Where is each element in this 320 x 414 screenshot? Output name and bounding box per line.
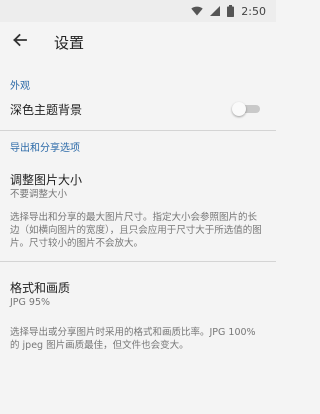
battery-icon (227, 5, 235, 17)
divider (0, 130, 276, 131)
arrow-left-icon (12, 32, 28, 52)
back-button[interactable] (0, 22, 40, 62)
divider (0, 261, 276, 262)
format-quality-preference[interactable]: 格式和画质 JPG 95% 选择导出或分享图片时采用的格式和画质比率。JPG 1… (0, 280, 276, 352)
format-quality-title: 格式和画质 (10, 281, 71, 295)
resize-image-preference[interactable]: 调整图片大小 不要调整大小 选择导出和分享的最大图片尺寸。指定大小会参照图片的长… (0, 172, 276, 250)
app-bar: 设置 (0, 22, 276, 62)
wifi-icon (191, 6, 203, 16)
resize-image-value: 不要调整大小 (10, 189, 68, 200)
dark-theme-label: 深色主题背景 (10, 102, 83, 117)
page-title: 设置 (54, 33, 85, 52)
status-time: 2:50 (241, 4, 266, 18)
dark-theme-row[interactable]: 深色主题背景 (0, 94, 276, 124)
dark-theme-switch[interactable] (232, 102, 262, 116)
section-header-export: 导出和分享选项 (10, 142, 80, 154)
section-header-appearance: 外观 (10, 80, 30, 92)
switch-thumb (232, 102, 246, 116)
format-quality-description: 选择导出或分享图片时采用的格式和画质比率。JPG 100% 的 jpeg 图片画… (10, 327, 256, 351)
resize-image-description: 选择导出和分享的最大图片尺寸。指定大小会参照图片的长边（如横向图片的宽度），且只… (10, 212, 262, 249)
status-bar: 2:50 (0, 0, 276, 22)
resize-image-title: 调整图片大小 (10, 173, 83, 187)
cellular-signal-icon (210, 6, 221, 16)
format-quality-value: JPG 95% (10, 297, 51, 308)
